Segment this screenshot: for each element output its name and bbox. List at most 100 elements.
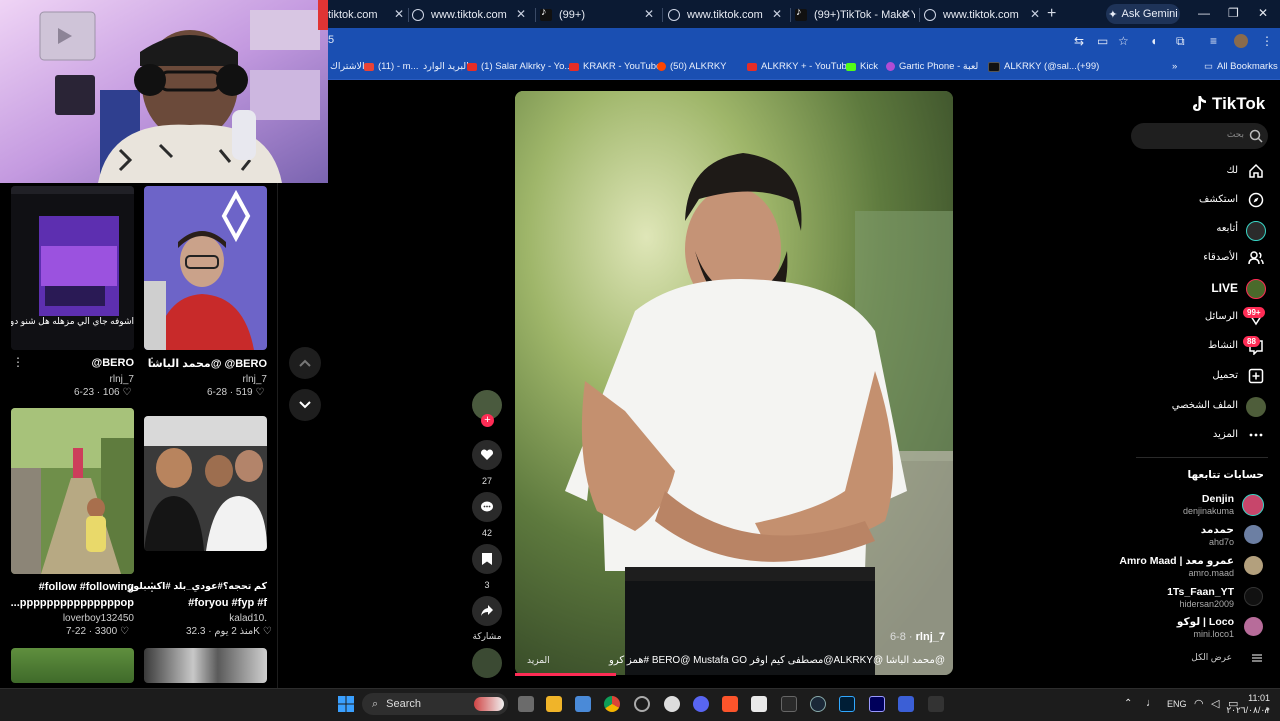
app-icon[interactable]: [751, 696, 767, 712]
steam-icon[interactable]: [810, 696, 826, 712]
avatar[interactable]: [1242, 494, 1264, 516]
card-title-line2[interactable]: foryou #fyp #f#: [188, 597, 267, 609]
brave-icon[interactable]: [722, 696, 738, 712]
video-thumbnail[interactable]: [144, 416, 267, 551]
app-icon[interactable]: [928, 696, 944, 712]
search-icon[interactable]: [1249, 129, 1263, 143]
bookmark-item[interactable]: (50) ALKRKY: [657, 61, 727, 72]
previous-video-button[interactable]: [289, 347, 321, 379]
nav-following[interactable]: أتابعه: [1216, 223, 1238, 234]
bookmark-item[interactable]: ALKRKY (@sal...(+99): [988, 61, 1099, 72]
browser-tab[interactable]: tiktok.com ✕: [328, 4, 408, 26]
all-bookmarks-button[interactable]: ▭ All Bookmarks: [1204, 61, 1278, 72]
app-icon[interactable]: [634, 696, 650, 712]
bookmark-item[interactable]: Kick: [846, 61, 878, 72]
nav-activity[interactable]: النشاط: [1208, 340, 1238, 351]
card-title[interactable]: BERO@: [91, 357, 134, 369]
avatar[interactable]: [1244, 617, 1263, 636]
compass-icon[interactable]: [1247, 191, 1265, 209]
following-account-name[interactable]: حمدمد: [1201, 524, 1234, 536]
comment-button[interactable]: [472, 492, 502, 522]
card-username[interactable]: rlnj_7: [243, 374, 267, 385]
tiktok-logo[interactable]: TikTok: [1192, 94, 1265, 114]
see-all-link[interactable]: عرض الكل: [1191, 652, 1232, 663]
nav-live[interactable]: LIVE: [1211, 281, 1238, 295]
list-icon[interactable]: [1248, 649, 1266, 667]
tab-close-icon[interactable]: ✕: [772, 7, 782, 21]
browser-tab[interactable]: www.tiktok.com ✕: [412, 4, 530, 26]
follow-plus-icon[interactable]: +: [481, 414, 494, 427]
premiere-icon[interactable]: [869, 696, 885, 712]
card-more-icon[interactable]: ⋮: [146, 355, 158, 369]
following-account-name[interactable]: Amro Maad | عمرو معد: [1119, 555, 1234, 567]
microphone-icon[interactable]: ♩: [1146, 697, 1157, 709]
following-account-name[interactable]: 1Ts_Faan_YT: [1167, 586, 1234, 598]
close-window-icon[interactable]: ✕: [1258, 6, 1268, 20]
chrome-icon[interactable]: [604, 696, 620, 712]
tab-close-icon[interactable]: ✕: [516, 7, 526, 21]
card-username[interactable]: kalad10.: [229, 613, 267, 624]
card-more-icon[interactable]: ⋮: [12, 355, 24, 369]
nav-explore[interactable]: استكشف: [1199, 194, 1238, 205]
save-button[interactable]: [472, 544, 502, 574]
app-icon[interactable]: [898, 696, 914, 712]
bookmark-item[interactable]: ALKRKY + - YouTube: [747, 61, 852, 72]
music-disc-icon[interactable]: [472, 648, 502, 678]
bookmark-item[interactable]: (1) Salar Alkrky - Yo...: [467, 61, 572, 72]
bookmark-item[interactable]: Gartic Phone - لعبة: [886, 61, 978, 72]
video-thumbnail[interactable]: [144, 648, 267, 683]
following-icon[interactable]: [1246, 221, 1266, 241]
video-player[interactable]: 6-8 · rlnj_7 @محمد الباشا @ALKRKY@مصطفى …: [515, 91, 953, 675]
bookmark-item[interactable]: البريد الوارد: [423, 61, 469, 72]
minimize-icon[interactable]: —: [1198, 6, 1210, 20]
card-username[interactable]: loverboy132450: [63, 613, 134, 624]
tab-close-icon[interactable]: ✕: [394, 7, 404, 21]
tab-close-icon[interactable]: ✕: [644, 7, 654, 21]
task-view-icon[interactable]: [518, 696, 534, 712]
capcut-icon[interactable]: [781, 696, 797, 712]
profile-icon[interactable]: [1246, 397, 1266, 417]
microsoft-store-icon[interactable]: [575, 696, 591, 712]
bookmark-item[interactable]: KRAKR - YouTube: [569, 61, 661, 72]
more-bookmarks-icon[interactable]: »: [1172, 61, 1177, 72]
clock-date[interactable]: ٢٠٢٦/٠٨/٠١: [1220, 705, 1270, 716]
next-video-button[interactable]: [289, 389, 321, 421]
media-controls-icon[interactable]: ≡: [1210, 34, 1217, 48]
taskbar-search-input[interactable]: ⌕ Search: [362, 693, 508, 715]
discord-icon[interactable]: [693, 696, 709, 712]
live-icon[interactable]: [1246, 279, 1266, 299]
video-thumbnail[interactable]: [11, 648, 134, 683]
nav-upload[interactable]: تحميل: [1212, 370, 1238, 381]
avatar[interactable]: [1244, 525, 1263, 544]
profile-avatar[interactable]: [1234, 34, 1248, 48]
ask-gemini-button[interactable]: ✦ Ask Gemini: [1106, 4, 1180, 24]
more-icon[interactable]: [1247, 426, 1265, 444]
upload-icon[interactable]: [1247, 367, 1265, 385]
install-app-icon[interactable]: ▭: [1097, 34, 1108, 48]
bookmark-item[interactable]: (11) - m...: [364, 61, 418, 72]
address-bar[interactable]: [328, 28, 1280, 55]
friends-icon[interactable]: [1247, 249, 1265, 267]
nav-friends[interactable]: الأصدقاء: [1203, 252, 1238, 263]
windows-start-icon[interactable]: [338, 696, 354, 712]
card-username[interactable]: rlnj_7: [110, 374, 134, 385]
avatar[interactable]: [1244, 587, 1263, 606]
translate-icon[interactable]: ⇆: [1074, 34, 1084, 48]
obs-icon[interactable]: [664, 696, 680, 712]
see-more-button[interactable]: المزيد: [527, 655, 550, 666]
nav-for-you[interactable]: لك: [1227, 165, 1238, 176]
browser-tab-active[interactable]: www.tiktok.com ✕: [924, 4, 1044, 26]
wifi-icon[interactable]: ◠: [1194, 697, 1204, 710]
video-progress-bar[interactable]: [515, 673, 616, 676]
video-thumbnail[interactable]: [11, 408, 134, 574]
tray-overflow-icon[interactable]: ⌃: [1124, 698, 1132, 709]
bookmark-item[interactable]: الاشتراك: [330, 61, 365, 72]
nav-profile[interactable]: الملف الشخصي: [1172, 400, 1238, 411]
following-account-name[interactable]: لوكو | Loco: [1177, 616, 1234, 628]
video-caption[interactable]: @محمد الباشا @ALKRKY@مصطفى كيم اوفر BERO…: [609, 655, 945, 666]
following-account-name[interactable]: Denjin: [1202, 493, 1234, 505]
video-author-line[interactable]: 6-8 · rlnj_7: [890, 631, 945, 643]
share-button[interactable]: [472, 596, 502, 626]
video-author[interactable]: rlnj_7: [916, 631, 945, 643]
card-more-icon[interactable]: ⋮: [146, 580, 158, 594]
